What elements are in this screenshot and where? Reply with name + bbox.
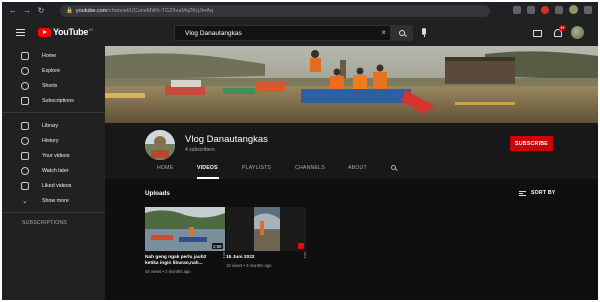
share-icon[interactable] xyxy=(513,5,521,14)
sidebar-item-shorts[interactable]: Shorts xyxy=(2,79,105,93)
channel-avatar-image xyxy=(145,130,175,160)
notifications-badge: 9+ xyxy=(559,25,566,31)
search-query: Vlog Danautangkas xyxy=(185,29,242,37)
sidebar-item-label: History xyxy=(42,138,59,144)
video-duration: 2:59 xyxy=(211,243,223,249)
tab-channels[interactable]: CHANNELS xyxy=(295,165,325,171)
sidebar-item-label: Home xyxy=(42,53,57,59)
search-button[interactable] xyxy=(391,25,413,41)
channel-name: Vlog Danautangkas xyxy=(185,134,268,145)
subscribe-button[interactable]: SUBSCRIBE xyxy=(510,136,553,151)
sidebar: Home Explore Shorts Subscriptions Librar… xyxy=(2,46,105,300)
sidebar-item-explore[interactable]: Explore xyxy=(2,64,105,78)
chevron-down-icon: ⌄ xyxy=(22,198,28,205)
sort-icon xyxy=(519,190,526,196)
subscriptions-heading: SUBSCRIPTIONS xyxy=(22,220,67,226)
create-video-icon[interactable] xyxy=(533,30,542,37)
extension-icon[interactable] xyxy=(541,5,549,14)
youtube-play-icon xyxy=(38,27,51,37)
browser-window: ← → ↻ 🔒 youtube.com /channel/UCuneMWh-TG… xyxy=(2,2,598,300)
menu-dots-icon[interactable] xyxy=(584,5,592,14)
library-icon xyxy=(21,122,29,130)
sidebar-item-show-more[interactable]: ⌄ Show more xyxy=(2,194,105,208)
sidebar-item-label: Watch later xyxy=(42,168,69,174)
puzzle-icon[interactable] xyxy=(555,5,563,14)
channel-avatar[interactable] xyxy=(145,130,175,160)
video-title[interactable]: Nah geng ngak perlu jauh2 ketika ingin l… xyxy=(145,255,221,267)
sidebar-item-label: Liked videos xyxy=(42,183,72,189)
video-thumbnail[interactable] xyxy=(226,207,306,251)
tab-videos[interactable]: VIDEOS xyxy=(197,165,218,171)
home-icon xyxy=(21,52,29,60)
clear-search-icon[interactable]: × xyxy=(381,28,386,37)
sidebar-item-watch-later[interactable]: Watch later xyxy=(2,164,105,178)
sidebar-item-label: Subscriptions xyxy=(42,98,74,104)
profile-avatar-icon[interactable] xyxy=(569,5,578,14)
search-icon xyxy=(399,30,405,36)
sidebar-item-label: Library xyxy=(42,123,59,129)
youtube-region-code: ID xyxy=(89,27,94,32)
liked-videos-icon xyxy=(21,182,29,190)
tab-playlists[interactable]: PLAYLISTS xyxy=(242,165,271,171)
search-input[interactable]: Vlog Danautangkas × xyxy=(174,25,391,41)
video-title[interactable]: 15 Juni 2022 xyxy=(226,255,302,261)
explore-icon xyxy=(21,67,29,75)
user-avatar[interactable] xyxy=(571,26,584,39)
forward-icon[interactable]: → xyxy=(22,6,32,16)
sidebar-item-liked-videos[interactable]: Liked videos xyxy=(2,179,105,193)
youtube-topbar: YouTube ID Vlog Danautangkas × 9+ xyxy=(2,20,598,46)
reload-icon[interactable]: ↻ xyxy=(36,6,46,16)
sidebar-item-home[interactable]: Home xyxy=(2,49,105,63)
microphone-icon[interactable] xyxy=(422,28,426,37)
sidebar-item-label: Shorts xyxy=(42,83,58,89)
youtube-logo[interactable]: YouTube ID xyxy=(38,27,93,37)
sidebar-divider xyxy=(2,112,105,113)
lock-icon: 🔒 xyxy=(66,8,73,14)
channel-banner-image xyxy=(105,46,598,123)
video-meta: 34 views • 2 months ago xyxy=(145,269,191,274)
subscriptions-icon xyxy=(21,97,29,105)
video-meta: 15 views • 3 months ago xyxy=(226,263,272,268)
sidebar-divider xyxy=(2,212,105,213)
tab-home[interactable]: HOME xyxy=(157,165,173,171)
sidebar-item-library[interactable]: Library xyxy=(2,119,105,133)
subscriber-count: 4 subscribers xyxy=(185,147,215,153)
shorts-icon xyxy=(21,82,29,90)
section-title: Uploads xyxy=(145,190,170,197)
youtube-logo-text: YouTube xyxy=(53,27,89,37)
video-more-options-icon[interactable]: ⋮ xyxy=(221,253,227,263)
your-videos-icon xyxy=(21,152,29,160)
sidebar-item-your-videos[interactable]: Your videos xyxy=(2,149,105,163)
address-bar[interactable]: 🔒 youtube.com /channel/UCuneMWh-TGZ5vaMq… xyxy=(60,5,490,17)
tab-about[interactable]: ABOUT xyxy=(348,165,367,171)
shorts-icon xyxy=(298,243,304,249)
url-host: youtube.com xyxy=(75,8,108,14)
sort-by-label: SORT BY xyxy=(531,190,556,196)
sidebar-item-label: Explore xyxy=(42,68,60,74)
sidebar-item-label: Your videos xyxy=(42,153,70,159)
sort-by-button[interactable]: SORT BY xyxy=(519,190,555,196)
back-icon[interactable]: ← xyxy=(8,6,18,16)
history-icon xyxy=(21,137,29,145)
sidebar-item-subscriptions[interactable]: Subscriptions xyxy=(2,94,105,108)
sidebar-item-history[interactable]: History xyxy=(2,134,105,148)
video-thumbnail-image xyxy=(226,207,306,251)
channel-banner xyxy=(105,46,598,123)
bookmark-star-icon[interactable] xyxy=(527,5,535,14)
channel-search-icon[interactable] xyxy=(391,165,396,170)
uploads-section: Uploads SORT BY 2:59 Nah geng ngak perlu… xyxy=(105,179,598,300)
channel-tabs: HOME VIDEOS PLAYLISTS CHANNELS ABOUT xyxy=(105,160,598,179)
url-path: /channel/UCuneMWh-TGZ5vaMqZKrjJmAq xyxy=(107,8,214,14)
sidebar-item-label: Show more xyxy=(42,198,69,204)
video-thumbnail[interactable]: 2:59 xyxy=(145,207,225,251)
watch-later-icon xyxy=(21,167,29,175)
hamburger-menu-icon[interactable] xyxy=(16,29,25,36)
browser-toolbar: ← → ↻ 🔒 youtube.com /channel/UCuneMWh-TG… xyxy=(2,2,598,20)
video-more-options-icon[interactable]: ⋮ xyxy=(302,253,308,263)
